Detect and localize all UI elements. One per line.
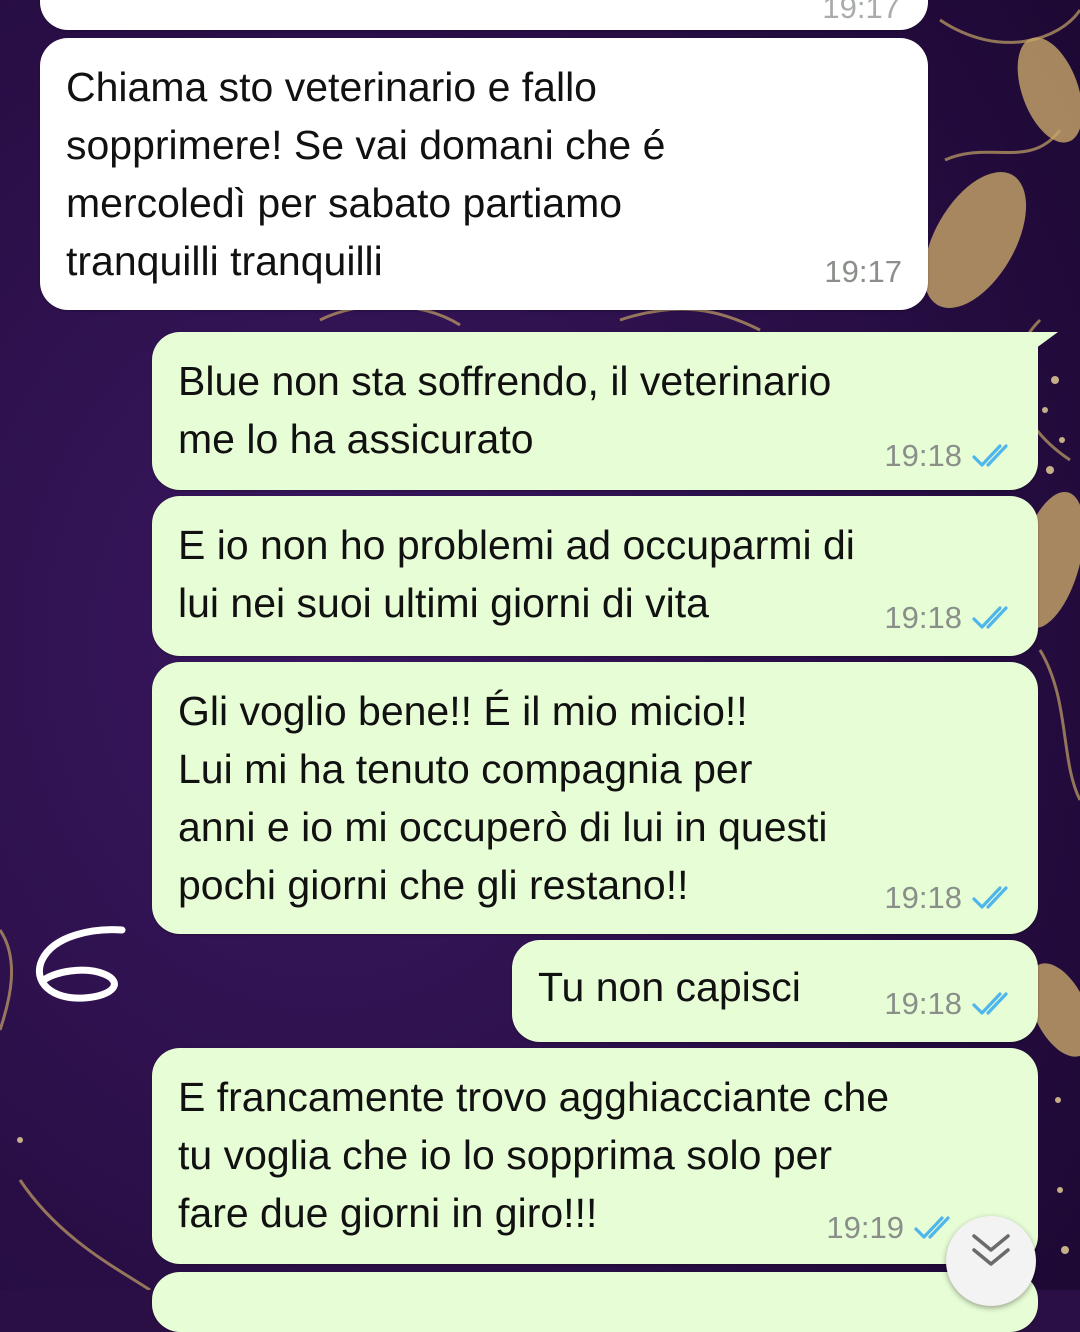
- chevron-double-down-icon: [972, 1234, 1010, 1266]
- bubble-tail: [1020, 332, 1058, 360]
- message-text: Blue non sta soffrendo, il veterinario m…: [178, 358, 832, 462]
- message-meta: 19:17: [824, 254, 902, 290]
- message-meta: 19:18: [884, 600, 1016, 636]
- message-meta: 19:18: [884, 986, 1016, 1022]
- message-bubble-outgoing[interactable]: E io non ho problemi ad occuparmi di lui…: [152, 496, 1038, 656]
- message-meta: 19:19: [826, 1210, 958, 1246]
- message-text: Tu non capisci: [538, 964, 801, 1010]
- message-text: E francamente trovo agghiacciante che tu…: [178, 1074, 890, 1236]
- handwritten-annotation: 6: [24, 920, 134, 1020]
- message-time: 19:18: [884, 986, 962, 1021]
- message-time: 19:17: [824, 254, 902, 289]
- message-bubble-incoming[interactable]: Chiama sto veterinario e fallo sopprimer…: [40, 38, 928, 310]
- double-check-icon: [972, 991, 1016, 1017]
- double-check-icon: [972, 605, 1016, 631]
- message-text: Gli voglio bene!! É il mio micio!! Lui m…: [178, 688, 828, 908]
- double-check-icon: [972, 443, 1016, 469]
- message-meta: 19:18: [884, 880, 1016, 916]
- message-text: Chiama sto veterinario e fallo sopprimer…: [66, 64, 666, 284]
- message-bubble-partial[interactable]: [152, 1272, 1038, 1332]
- message-bubble-partial[interactable]: 19:17: [40, 0, 928, 30]
- message-time: 19:18: [884, 880, 962, 915]
- double-check-icon: [972, 885, 1016, 911]
- message-bubble-outgoing[interactable]: Blue non sta soffrendo, il veterinario m…: [152, 332, 1038, 490]
- message-bubble-outgoing[interactable]: Gli voglio bene!! É il mio micio!! Lui m…: [152, 662, 1038, 934]
- message-bubble-outgoing[interactable]: Tu non capisci 19:18: [512, 940, 1038, 1042]
- message-time: 19:18: [884, 600, 962, 635]
- message-bubble-outgoing[interactable]: E francamente trovo agghiacciante che tu…: [152, 1048, 1038, 1264]
- message-text: E io non ho problemi ad occuparmi di lui…: [178, 522, 855, 626]
- message-time: 19:18: [884, 438, 962, 473]
- message-meta: 19:18: [884, 438, 1016, 474]
- message-time: 19:17: [822, 0, 900, 25]
- message-time: 19:19: [826, 1210, 904, 1245]
- scroll-to-bottom-button[interactable]: [946, 1216, 1036, 1306]
